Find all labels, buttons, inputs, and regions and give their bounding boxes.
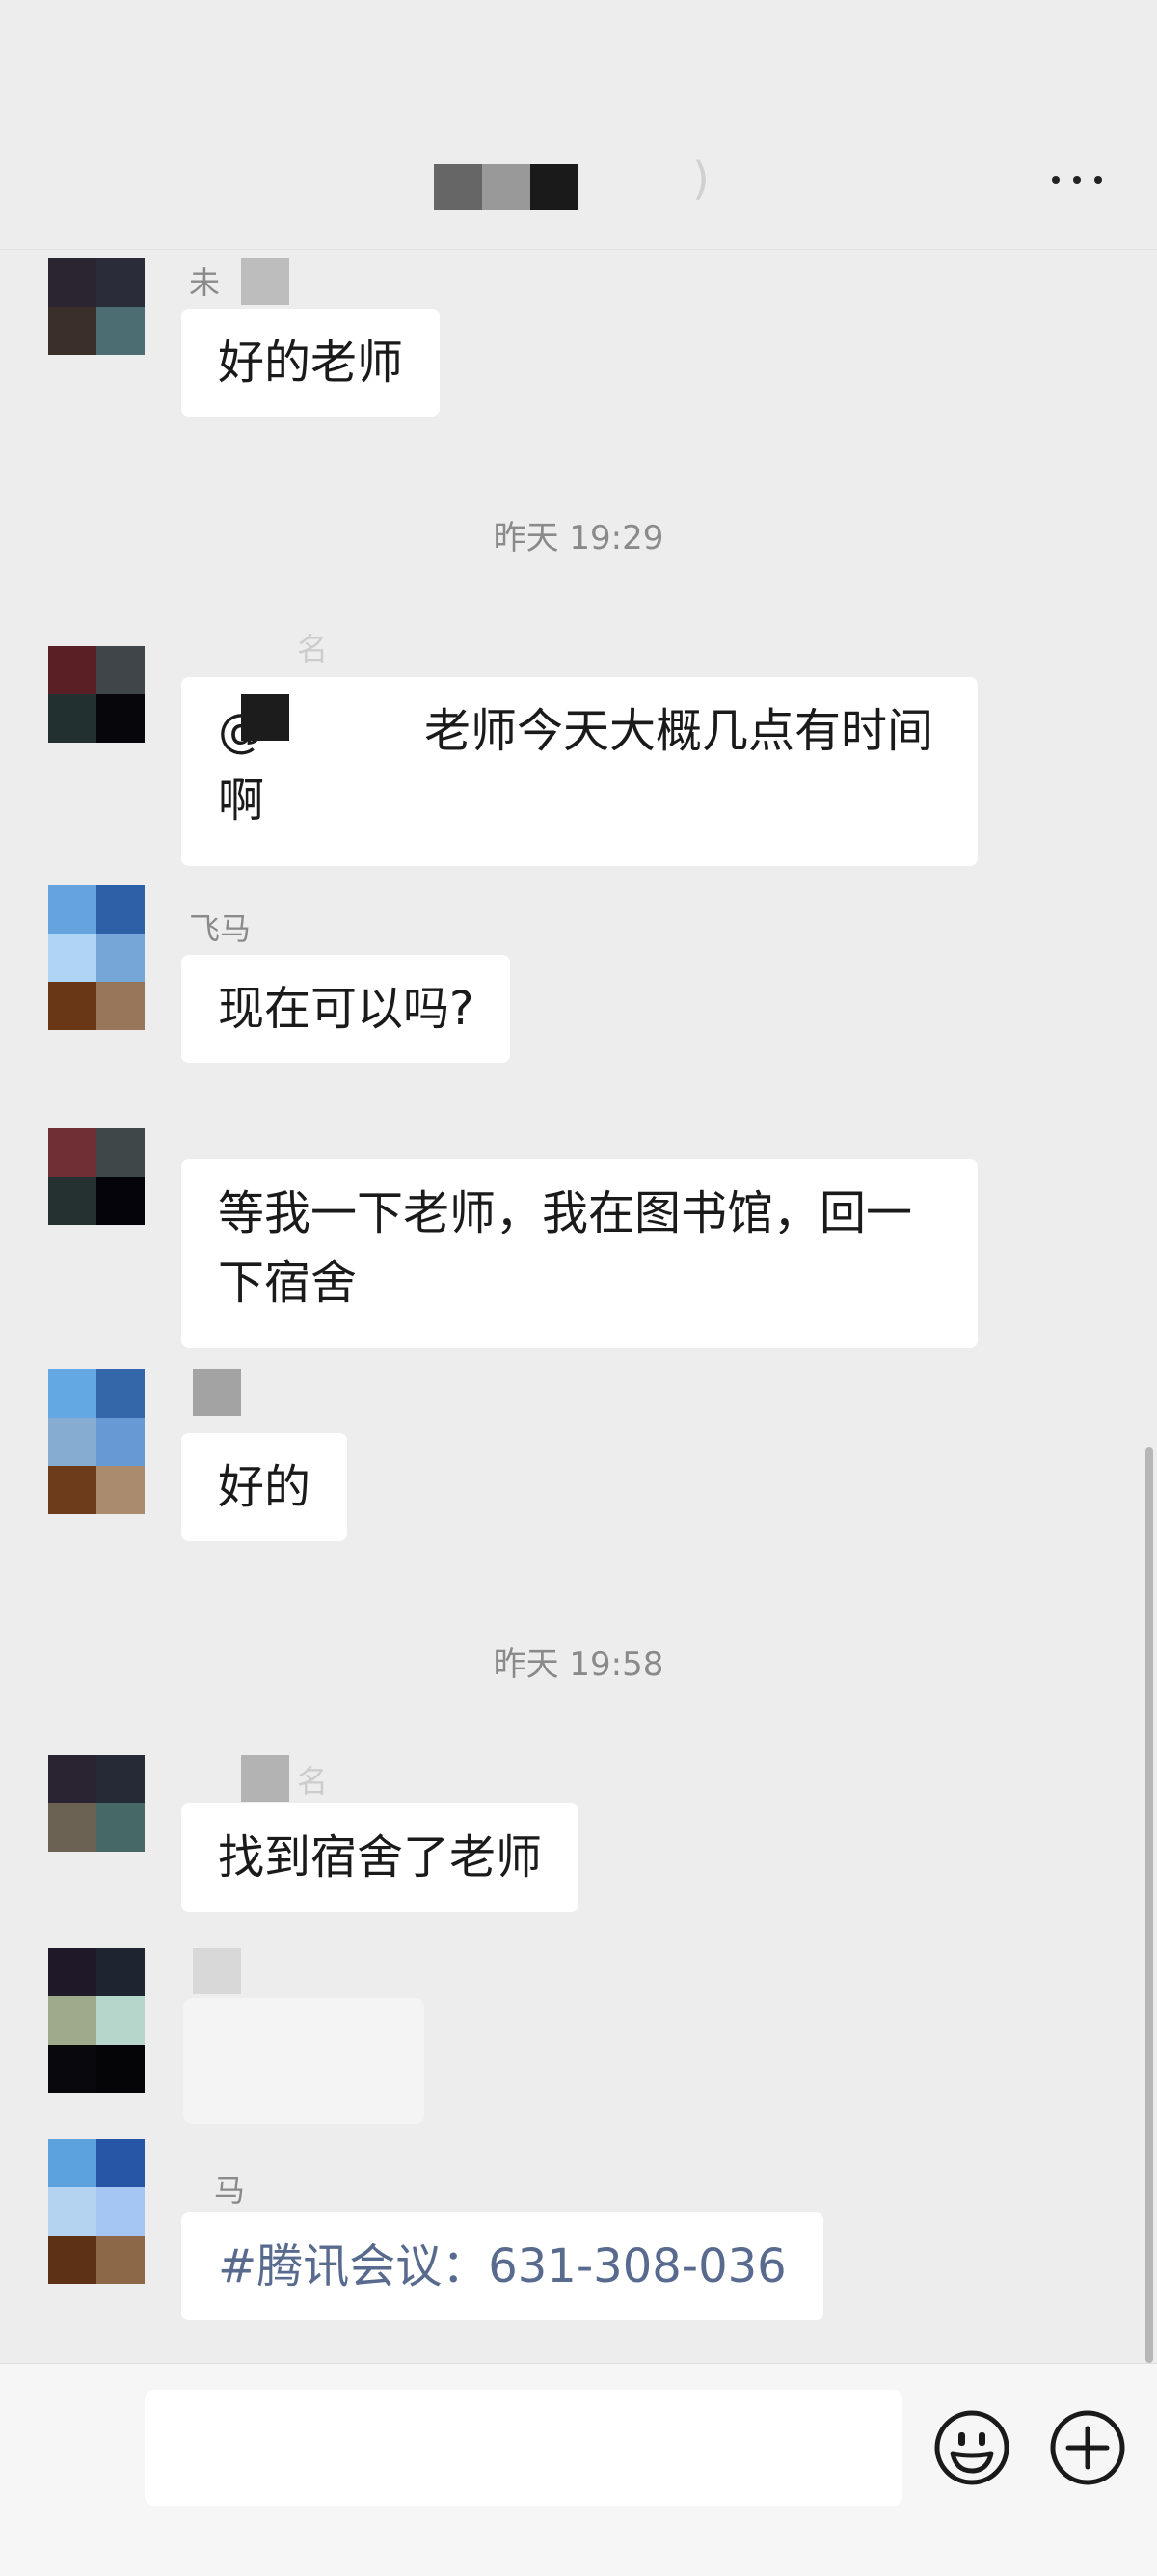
message-bubble[interactable]: #腾讯会议：631-308-036 bbox=[181, 2212, 823, 2320]
message-text: 好的老师 bbox=[218, 336, 404, 390]
avatar[interactable] bbox=[48, 1128, 145, 1225]
sender-name-redacted bbox=[241, 1755, 289, 1802]
message-text: 等我一下老师，我在图书馆，回一 bbox=[218, 1186, 913, 1240]
message-text-line2: 下宿舍 bbox=[218, 1256, 358, 1310]
message-text: 现在可以吗? bbox=[218, 982, 474, 1036]
message-text: 老师今天大概几点有时间 bbox=[424, 704, 934, 758]
plus-circle-icon[interactable] bbox=[1047, 2407, 1128, 2488]
sender-name: 未 bbox=[189, 264, 221, 301]
more-horizontal-icon[interactable] bbox=[1043, 160, 1111, 199]
avatar[interactable] bbox=[48, 646, 145, 743]
message-text: 好的 bbox=[218, 1460, 311, 1514]
avatar[interactable] bbox=[48, 1948, 145, 2093]
avatar[interactable] bbox=[48, 1755, 145, 1852]
avatar[interactable] bbox=[48, 885, 145, 1030]
message-bubble[interactable]: 等我一下老师，我在图书馆，回一 下宿舍 bbox=[181, 1159, 978, 1348]
avatar[interactable] bbox=[48, 1369, 145, 1514]
message-input[interactable] bbox=[145, 2390, 902, 2506]
message-text: 找到宿舍了老师 bbox=[218, 1830, 543, 1885]
message-text-line2: 啊 bbox=[218, 773, 265, 827]
message-bubble[interactable]: 现在可以吗? bbox=[181, 955, 511, 1063]
sender-name: 马 bbox=[214, 2172, 246, 2209]
message-bubble[interactable]: @老师今天大概几点有时间 啊 bbox=[181, 677, 978, 866]
scrollbar[interactable] bbox=[1145, 1447, 1153, 2363]
sender-name-redacted bbox=[241, 258, 289, 305]
message-bubble-redacted[interactable] bbox=[183, 1998, 424, 2124]
mention-name-redacted bbox=[241, 694, 289, 741]
sender-name-redacted bbox=[193, 1948, 241, 1994]
emoji-icon[interactable] bbox=[931, 2407, 1012, 2488]
timestamp: 昨天 19:29 bbox=[493, 519, 664, 557]
sender-name: 名 bbox=[297, 1763, 329, 1800]
meeting-link[interactable]: #腾讯会议：631-308-036 bbox=[218, 2239, 787, 2293]
sender-name: 飞马 bbox=[189, 910, 252, 947]
message-bubble[interactable]: 好的 bbox=[181, 1433, 348, 1541]
message-bubble[interactable]: 找到宿舍了老师 bbox=[181, 1803, 579, 1912]
avatar[interactable] bbox=[48, 258, 145, 355]
message-bubble[interactable]: 好的老师 bbox=[181, 309, 441, 417]
avatar[interactable] bbox=[48, 2139, 145, 2284]
sender-name: 名 bbox=[297, 631, 329, 667]
chat-title-suffix: ) bbox=[692, 152, 710, 204]
timestamp: 昨天 19:58 bbox=[493, 1645, 664, 1684]
chat-header: ) bbox=[0, 0, 1157, 250]
chat-title-redacted bbox=[434, 164, 578, 210]
sender-name-redacted bbox=[193, 1369, 241, 1416]
